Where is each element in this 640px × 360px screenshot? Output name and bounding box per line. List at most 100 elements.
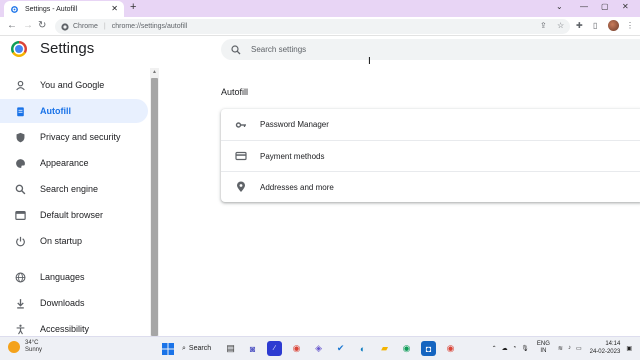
onedrive-icon[interactable]: ◔ [513, 345, 517, 351]
settings-gear-icon [10, 5, 19, 14]
accessibility-icon [14, 323, 26, 335]
shield-icon [14, 131, 26, 143]
taskbar-apps: ⌕ Search ▤ ◙ ∕ ◉ ◈ ✔ ◐ ▰ ◉ ◘ ◉ [160, 341, 465, 356]
title-bar: Settings - Autofill ✕ + ⌄ — ▢ ✕ [0, 0, 640, 17]
key-icon [235, 119, 247, 131]
app-icon-4[interactable]: ◘ [421, 341, 437, 356]
address-bar[interactable]: Chrome | chrome://settings/autofill [55, 19, 570, 34]
sun-icon [8, 341, 20, 353]
power-icon [14, 235, 26, 247]
chrome-profile-icon[interactable]: ◉ [399, 341, 414, 356]
chrome-logo-icon [61, 22, 69, 31]
sidebar-item-label: Languages [40, 272, 85, 282]
profile-avatar[interactable] [608, 20, 619, 31]
chevron-up-icon[interactable]: ⌃ [492, 345, 497, 352]
sidebar-item-appearance[interactable]: Appearance [0, 151, 148, 175]
app-icon-1[interactable]: ∕ [267, 341, 283, 356]
cloud-icon[interactable]: ☁ [502, 345, 508, 352]
location-pin-icon [235, 181, 247, 193]
sidebar-item-label: Default browser [40, 210, 104, 220]
weather-widget[interactable]: 34°C Sunny [8, 340, 42, 354]
globe-icon [14, 271, 26, 283]
sidebar-item-label: Search engine [40, 184, 99, 194]
taskbar-search-button[interactable]: ⌕ Search [182, 345, 211, 353]
sidebar-item-you-and-google[interactable]: You and Google [0, 73, 148, 97]
search-icon: ⌕ [182, 344, 186, 352]
settings-header: Settings [0, 36, 640, 62]
sidebar-item-languages[interactable]: Languages [0, 265, 148, 289]
task-view-icon[interactable]: ▤ [223, 341, 238, 356]
app-icon-2[interactable]: ◈ [311, 341, 326, 356]
extensions-puzzle-icon[interactable]: ✚ [576, 21, 583, 30]
edge-icon[interactable]: ◐ [355, 341, 370, 356]
scroll-up-arrow-icon[interactable]: ▲ [152, 69, 157, 75]
scrollbar-thumb[interactable] [151, 78, 158, 336]
close-window-button[interactable]: ✕ [622, 2, 629, 11]
language-indicator[interactable]: ENG IN [537, 341, 550, 355]
minimize-button[interactable]: — [580, 2, 588, 11]
sidebar-item-privacy-and-security[interactable]: Privacy and security [0, 125, 148, 149]
notification-icon[interactable]: ▣ [626, 345, 632, 352]
file-explorer-icon[interactable]: ▰ [377, 341, 392, 356]
back-button[interactable]: ← [7, 20, 17, 31]
sidebar-item-default-browser[interactable]: Default browser [0, 203, 148, 227]
browser-tab[interactable]: Settings - Autofill ✕ [4, 1, 124, 17]
maximize-button[interactable]: ▢ [601, 2, 609, 11]
clock-time: 14:14 [605, 341, 621, 347]
chat-icon[interactable]: ◙ [245, 341, 260, 356]
omnibox-chip-label: Chrome [73, 23, 98, 30]
browser-icon [14, 209, 26, 221]
microphone-icon[interactable]: 🎙 [521, 345, 529, 352]
weather-desc: Sunny [25, 347, 43, 353]
clock-date: 24-02-2023 [589, 349, 621, 355]
chrome-app-icon[interactable]: ◉ [289, 341, 304, 356]
lang-line-2: IN [540, 348, 547, 354]
weather-temp: 34°C [25, 340, 39, 346]
side-panel-icon[interactable]: ▯ [593, 21, 597, 30]
windows-taskbar: 34°C Sunny ⌕ Search ▤ ◙ ∕ ◉ ◈ ✔ ◐ ▰ ◉ ◘ … [0, 336, 640, 360]
credit-card-icon [235, 150, 247, 162]
sidebar-item-downloads[interactable]: Downloads [0, 291, 148, 315]
menu-kebab-icon[interactable]: ⋮ [626, 21, 634, 30]
app-icon-3[interactable]: ✔ [333, 341, 348, 356]
text-cursor-icon: I [368, 56, 371, 67]
settings-sidebar: You and Google Autofill Privacy and secu… [0, 70, 150, 336]
addresses-row[interactable]: Addresses and more [221, 171, 640, 202]
reload-button[interactable]: ↻ [38, 20, 46, 31]
new-tab-button[interactable]: + [130, 1, 136, 13]
volume-icon[interactable]: ♪ [568, 345, 571, 351]
sidebar-item-label: Downloads [40, 298, 85, 308]
battery-icon[interactable]: ▭ [576, 345, 582, 352]
search-input[interactable] [251, 45, 551, 54]
tab-close-icon[interactable]: ✕ [111, 4, 118, 13]
sidebar-item-label: Accessibility [40, 324, 90, 334]
payment-methods-row[interactable]: Payment methods [221, 140, 640, 171]
search-settings-box[interactable] [221, 39, 640, 60]
row-label: Addresses and more [260, 182, 334, 192]
page-title: Settings [40, 40, 95, 57]
autofill-card: Password Manager Payment methods Address… [221, 109, 640, 202]
omnibox-separator: | [103, 23, 106, 30]
tab-search-chevron-icon[interactable]: ⌄ [556, 2, 563, 11]
sidebar-item-search-engine[interactable]: Search engine [0, 177, 148, 201]
windows-start-icon[interactable] [160, 341, 175, 356]
bookmark-star-icon[interactable]: ☆ [557, 21, 564, 30]
sidebar-item-label: Privacy and security [40, 132, 121, 142]
sidebar-item-autofill[interactable]: Autofill [0, 99, 148, 123]
search-icon [231, 44, 241, 54]
taskbar-search-label: Search [188, 345, 212, 352]
share-icon[interactable]: ⇪ [540, 21, 547, 30]
sidebar-scrollbar[interactable]: ▲ [150, 68, 159, 336]
sidebar-item-on-startup[interactable]: On startup [0, 229, 148, 253]
chrome-active-icon[interactable]: ◉ [443, 341, 458, 356]
password-manager-row[interactable]: Password Manager [221, 109, 640, 140]
clock[interactable]: 14:14 24-02-2023 [590, 340, 621, 356]
wifi-icon[interactable]: ≋ [558, 345, 563, 352]
lang-line-1: ENG [536, 341, 550, 347]
search-icon [14, 183, 26, 195]
url-text: chrome://settings/autofill [111, 23, 188, 30]
system-tray: ⌃ ☁ ◔ 🎙 ENG IN ≋ ♪ ▭ 14:14 24-02-2023 ▣ [492, 340, 632, 356]
forward-button[interactable]: → [23, 20, 33, 31]
chrome-logo-icon [11, 41, 27, 57]
browser-toolbar: ← → ↻ Chrome | chrome://settings/autofil… [0, 17, 640, 36]
